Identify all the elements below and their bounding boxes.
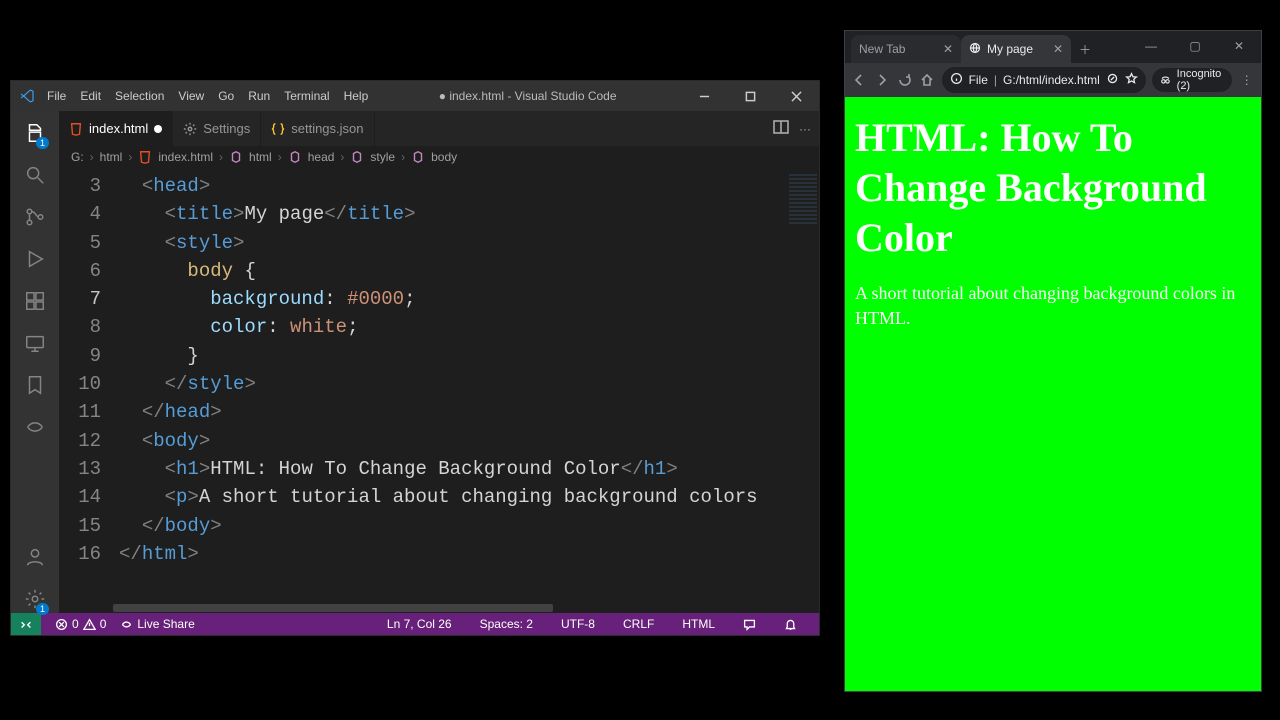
notifications-icon[interactable]	[784, 617, 797, 631]
home-button[interactable]	[919, 67, 936, 93]
minimap[interactable]	[784, 168, 819, 603]
symbol-icon	[229, 150, 243, 164]
minimize-button[interactable]	[681, 81, 727, 111]
breadcrumb-item[interactable]: body	[431, 150, 457, 164]
page-heading: HTML: How To Change Background Color	[855, 113, 1251, 263]
run-debug-icon[interactable]	[21, 245, 49, 273]
activity-bar: 1 1	[11, 111, 59, 613]
breadcrumb-item[interactable]: style	[370, 150, 395, 164]
code-editor[interactable]: <head> <title>My page</title> <style> bo…	[119, 168, 784, 603]
editor-tabs: index.html Settings settings.json ···	[59, 111, 819, 146]
globe-icon	[969, 42, 981, 57]
line-number-gutter[interactable]: 345678910111213141516	[59, 168, 119, 603]
browser-viewport: HTML: How To Change Background Color A s…	[845, 97, 1261, 691]
breadcrumb-item[interactable]: html	[249, 150, 272, 164]
feedback-icon[interactable]	[743, 617, 756, 631]
explorer-icon[interactable]: 1	[21, 119, 49, 147]
remote-indicator[interactable]	[11, 613, 41, 635]
vscode-window: File Edit Selection View Go Run Terminal…	[10, 80, 820, 636]
menu-help[interactable]: Help	[338, 85, 375, 107]
tab-label: My page	[987, 42, 1033, 56]
eol[interactable]: CRLF	[623, 617, 654, 631]
html-file-icon	[138, 150, 152, 164]
new-tab-button[interactable]: ＋	[1071, 35, 1099, 63]
tab-settings[interactable]: Settings	[173, 111, 261, 146]
close-icon[interactable]: ✕	[943, 42, 953, 56]
encoding[interactable]: UTF-8	[561, 617, 595, 631]
cursor-position[interactable]: Ln 7, Col 26	[387, 617, 452, 631]
search-icon[interactable]	[21, 161, 49, 189]
indentation[interactable]: Spaces: 2	[480, 617, 533, 631]
live-share-button[interactable]: Live Share	[120, 617, 194, 631]
breadcrumbs[interactable]: G:› html› index.html› html› head› style›…	[59, 146, 819, 168]
close-icon[interactable]: ✕	[1053, 42, 1063, 56]
tab-label: New Tab	[859, 42, 905, 56]
browser-toolbar: File | G:/html/index.html Incognito (2) …	[845, 63, 1261, 97]
minimize-button[interactable]: —	[1133, 35, 1169, 57]
vscode-logo-icon	[19, 88, 35, 104]
bookmark-star-icon[interactable]	[1125, 72, 1138, 88]
split-editor-icon[interactable]	[773, 119, 789, 138]
menu-file[interactable]: File	[41, 85, 72, 107]
gear-icon	[183, 122, 197, 136]
html-file-icon	[69, 122, 83, 136]
menu-selection[interactable]: Selection	[109, 85, 170, 107]
vscode-menu-bar: File Edit Selection View Go Run Terminal…	[41, 85, 374, 107]
breadcrumb-item[interactable]: html	[100, 150, 123, 164]
tab-index-html[interactable]: index.html	[59, 111, 173, 146]
menu-run[interactable]: Run	[242, 85, 276, 107]
settings-gear-icon[interactable]: 1	[21, 585, 49, 613]
browser-menu-icon[interactable]: ⋮	[1238, 67, 1255, 93]
address-bar[interactable]: File | G:/html/index.html	[942, 67, 1146, 93]
source-control-icon[interactable]	[21, 203, 49, 231]
browser-tab-newtab[interactable]: New Tab ✕	[851, 35, 961, 63]
breadcrumb-item[interactable]: G:	[71, 150, 84, 164]
symbol-icon	[411, 150, 425, 164]
breadcrumb-item[interactable]: head	[308, 150, 335, 164]
json-file-icon	[271, 122, 285, 136]
file-info-icon[interactable]	[950, 72, 963, 88]
remote-explorer-icon[interactable]	[21, 329, 49, 357]
more-actions-icon[interactable]: ···	[799, 122, 811, 136]
browser-tab-mypage[interactable]: My page ✕	[961, 35, 1071, 63]
maximize-button[interactable]: ▢	[1177, 35, 1213, 57]
bookmark-icon[interactable]	[21, 371, 49, 399]
horizontal-scrollbar[interactable]	[59, 603, 819, 613]
problems-indicator[interactable]: 0 0	[55, 617, 106, 631]
menu-terminal[interactable]: Terminal	[278, 85, 335, 107]
menu-view[interactable]: View	[172, 85, 210, 107]
status-bar: 0 0 Live Share Ln 7, Col 26 Spaces: 2 UT…	[11, 613, 819, 635]
reload-button[interactable]	[896, 67, 913, 93]
menu-edit[interactable]: Edit	[74, 85, 107, 107]
extensions-icon[interactable]	[21, 287, 49, 315]
live-share-icon[interactable]	[21, 413, 49, 441]
editor-area: index.html Settings settings.json ··· G:	[59, 111, 819, 613]
menu-go[interactable]: Go	[212, 85, 240, 107]
language-mode[interactable]: HTML	[682, 617, 715, 631]
close-button[interactable]: ✕	[1221, 35, 1257, 57]
incognito-indicator[interactable]: Incognito (2)	[1152, 68, 1233, 92]
url-text: G:/html/index.html	[1003, 73, 1100, 87]
share-icon[interactable]	[1106, 72, 1119, 88]
tab-label: index.html	[89, 121, 148, 136]
symbol-icon	[350, 150, 364, 164]
breadcrumb-item[interactable]: index.html	[158, 150, 213, 164]
url-scheme: File	[969, 73, 988, 87]
close-button[interactable]	[773, 81, 819, 111]
maximize-button[interactable]	[727, 81, 773, 111]
vscode-window-title: ● index.html - Visual Studio Code	[374, 89, 681, 103]
vscode-titlebar[interactable]: File Edit Selection View Go Run Terminal…	[11, 81, 819, 111]
dirty-indicator-icon	[154, 125, 162, 133]
account-icon[interactable]	[21, 543, 49, 571]
window-controls	[681, 81, 819, 111]
tab-label: Settings	[203, 121, 250, 136]
forward-button[interactable]	[874, 67, 891, 93]
tab-label: settings.json	[291, 121, 363, 136]
symbol-icon	[288, 150, 302, 164]
tab-settings-json[interactable]: settings.json	[261, 111, 374, 146]
back-button[interactable]	[851, 67, 868, 93]
page-paragraph: A short tutorial about changing backgrou…	[855, 281, 1251, 331]
browser-window: — ▢ ✕ New Tab ✕ My page ✕ ＋ File | G:/ht…	[844, 30, 1262, 692]
